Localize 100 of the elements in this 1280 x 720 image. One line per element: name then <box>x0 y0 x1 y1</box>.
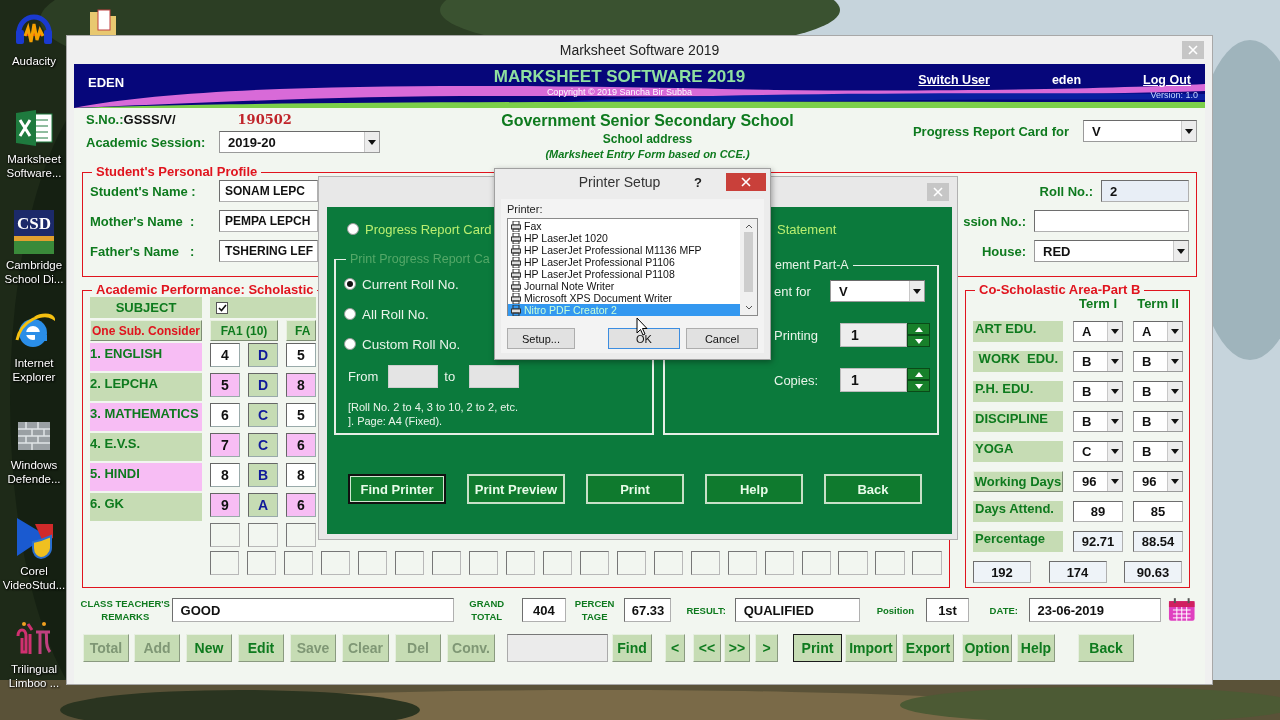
log-out-link[interactable]: Log Out <box>1143 73 1191 87</box>
dropdown[interactable]: A <box>1073 321 1123 342</box>
mark-field[interactable]: 8 <box>210 463 240 487</box>
close-button[interactable] <box>726 173 766 191</box>
mark-field[interactable] <box>248 523 278 547</box>
mark-field[interactable] <box>283 551 314 575</box>
mark-field[interactable]: C <box>248 433 278 457</box>
summary-field[interactable]: GOOD <box>171 598 454 622</box>
mark-field[interactable]: 8 <box>286 373 316 397</box>
mark-field[interactable]: 7 <box>210 433 240 457</box>
dropdown[interactable]: V <box>830 280 925 302</box>
desktop-icon-label[interactable]: Windows Defende... <box>0 458 68 486</box>
list-item[interactable]: Fax <box>508 220 740 232</box>
form-button[interactable]: Print <box>793 634 842 662</box>
form-button[interactable]: Option <box>962 634 1012 662</box>
mark-field[interactable]: 6 <box>286 433 316 457</box>
dropdown[interactable]: RED <box>1034 240 1189 262</box>
radio-button[interactable] <box>344 278 356 290</box>
down-button[interactable] <box>907 380 930 392</box>
mark-field[interactable]: 5 <box>286 403 316 427</box>
dropdown[interactable]: 96 <box>1133 471 1183 492</box>
dialog-button[interactable]: Cancel <box>686 328 758 349</box>
mark-field[interactable]: 5 <box>286 343 316 367</box>
radio-button[interactable] <box>344 338 356 350</box>
up-button[interactable] <box>907 323 930 335</box>
dialog-button[interactable]: Find Printer <box>348 474 446 504</box>
dropdown[interactable]: C <box>1073 441 1123 462</box>
help-button[interactable]: ? <box>694 174 702 190</box>
input-field[interactable]: 2 <box>1101 180 1189 202</box>
dialog-button[interactable]: Print <box>586 474 684 504</box>
mark-field[interactable]: A <box>248 493 278 517</box>
desktop-icon-label[interactable]: Internet Explorer <box>0 356 68 384</box>
form-button[interactable]: > <box>755 634 778 662</box>
summary-field[interactable]: 404 <box>521 598 566 622</box>
form-button[interactable]: Edit <box>238 634 284 662</box>
list-item[interactable]: Journal Note Writer <box>508 280 740 292</box>
mark-field[interactable] <box>542 551 573 575</box>
list-item[interactable]: HP LaserJet 1020 <box>508 232 740 244</box>
desktop-icon-label[interactable]: Audacity <box>0 54 68 68</box>
scrollbar[interactable] <box>740 219 757 315</box>
mark-field[interactable] <box>616 551 647 575</box>
mark-field[interactable] <box>912 551 942 575</box>
mark-field[interactable]: 4 <box>210 343 240 367</box>
input-field[interactable]: TSHERING LEF <box>219 240 318 262</box>
mark-field[interactable]: D <box>248 343 278 367</box>
mark-field[interactable] <box>875 551 905 575</box>
form-button[interactable]: Export <box>902 634 954 662</box>
mark-field[interactable] <box>246 551 277 575</box>
scroll-thumb[interactable] <box>744 232 753 292</box>
mark-field[interactable] <box>210 551 240 575</box>
form-button[interactable]: < <box>665 634 685 662</box>
summary-field[interactable]: 23-06-2019 <box>1028 598 1161 622</box>
mark-field[interactable] <box>505 551 536 575</box>
form-button[interactable]: Back <box>1078 634 1134 662</box>
down-button[interactable] <box>907 335 930 347</box>
mark-field[interactable] <box>764 551 794 575</box>
dropdown[interactable]: B <box>1073 411 1123 432</box>
mark-field[interactable] <box>653 551 684 575</box>
dialog-button[interactable]: OK <box>608 328 680 349</box>
list-item[interactable]: Microsoft XPS Document Writer <box>508 292 740 304</box>
mark-field[interactable] <box>431 551 462 575</box>
desktop-icon-label[interactable]: Marksheet Software... <box>0 152 68 180</box>
number-field[interactable]: 1 <box>840 368 907 392</box>
mark-field[interactable] <box>210 523 240 547</box>
mark-field[interactable] <box>394 551 425 575</box>
dropdown[interactable]: B <box>1133 411 1183 432</box>
summary-field[interactable]: 67.33 <box>624 598 672 622</box>
form-button[interactable]: << <box>693 634 721 662</box>
number-field[interactable]: 1 <box>840 323 907 347</box>
list-item[interactable]: HP LaserJet Professional P1106 <box>508 256 740 268</box>
mark-field[interactable]: 9 <box>210 493 240 517</box>
mark-field[interactable]: B <box>248 463 278 487</box>
dropdown[interactable]: B <box>1073 381 1123 402</box>
mark-field[interactable] <box>579 551 610 575</box>
form-button[interactable]: Find <box>612 634 652 662</box>
mark-field[interactable]: 5 <box>210 373 240 397</box>
input-field[interactable]: 89 <box>1073 501 1123 522</box>
checkbox[interactable] <box>216 301 228 314</box>
switch-user-link[interactable]: Switch User <box>918 73 990 87</box>
mark-field[interactable] <box>357 551 388 575</box>
form-button[interactable]: Help <box>1017 634 1055 662</box>
mark-field[interactable] <box>468 551 499 575</box>
desktop-icon-label[interactable]: Cambridge School Di... <box>0 258 68 286</box>
input-field[interactable] <box>1034 210 1189 232</box>
input-field[interactable]: PEMPA LEPCH <box>219 210 318 232</box>
list-item[interactable]: HP LaserJet Professional M1136 MFP <box>508 244 740 256</box>
desktop-icon-label[interactable]: Trilingual Limboo ... <box>0 662 68 690</box>
form-button[interactable]: Import <box>845 634 897 662</box>
dropdown[interactable]: V <box>1083 120 1197 142</box>
mark-field[interactable] <box>690 551 721 575</box>
dialog-button[interactable]: Back <box>824 474 922 504</box>
dropdown[interactable]: B <box>1133 381 1183 402</box>
dropdown[interactable]: B <box>1133 351 1183 372</box>
search-field[interactable] <box>507 634 608 662</box>
mark-field[interactable] <box>801 551 831 575</box>
mark-field[interactable]: 8 <box>286 463 316 487</box>
radio-button[interactable] <box>344 308 356 320</box>
desktop-icon-label[interactable]: Corel VideoStud... <box>0 564 68 592</box>
radio-button[interactable] <box>347 223 359 235</box>
dropdown[interactable]: B <box>1073 351 1123 372</box>
